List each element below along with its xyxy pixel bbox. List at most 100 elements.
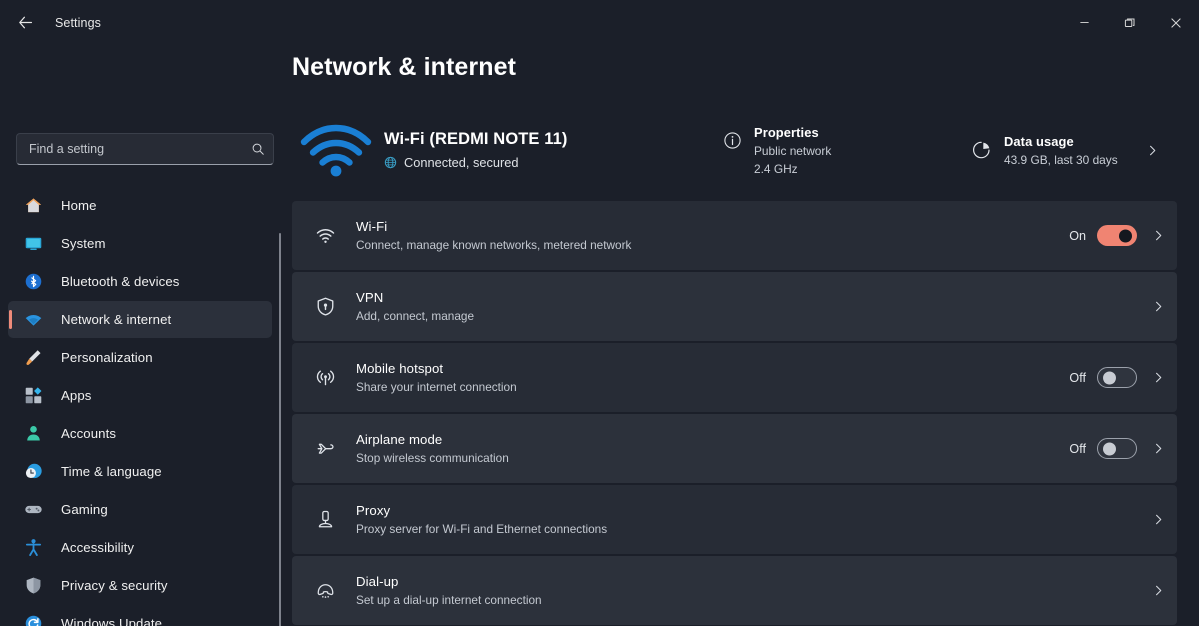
wifi-signal-icon bbox=[294, 122, 378, 178]
search-box[interactable] bbox=[16, 133, 274, 165]
data-usage-title: Data usage bbox=[1004, 133, 1074, 149]
settings-row-title: Wi-Fi bbox=[356, 219, 388, 234]
title-bar: Settings bbox=[0, 0, 1199, 45]
minimize-icon bbox=[1079, 22, 1089, 23]
settings-row-proxy[interactable]: Proxy Proxy server for Wi-Fi and Etherne… bbox=[292, 485, 1177, 554]
properties-band: 2.4 GHz bbox=[754, 161, 798, 176]
sidebar-item-label: Personalization bbox=[61, 350, 153, 365]
paintbrush-icon bbox=[22, 347, 44, 369]
chevron-right-icon bbox=[1146, 144, 1159, 157]
main-content: Network & internet Wi-Fi (REDMI NOTE 11) bbox=[288, 45, 1199, 626]
settings-row-title: Proxy bbox=[356, 503, 391, 518]
mobile-hotspot-toggle[interactable] bbox=[1097, 367, 1137, 388]
shield-icon bbox=[22, 575, 44, 597]
sidebar-item-network-internet[interactable]: Network & internet bbox=[8, 301, 272, 338]
sidebar-item-label: Accessibility bbox=[61, 540, 135, 555]
account-person-icon bbox=[22, 423, 44, 445]
sidebar-item-accessibility[interactable]: Accessibility bbox=[8, 529, 272, 566]
pie-chart-icon bbox=[969, 140, 995, 160]
maximize-button[interactable] bbox=[1107, 0, 1153, 45]
properties-network-type: Public network bbox=[754, 143, 832, 158]
sidebar: Home System bbox=[0, 45, 288, 626]
globe-icon bbox=[384, 156, 397, 169]
chevron-right-icon[interactable] bbox=[1151, 442, 1165, 455]
properties-card[interactable]: Properties Public network 2.4 GHz bbox=[719, 125, 969, 176]
settings-row-title: VPN bbox=[356, 290, 384, 305]
update-refresh-icon bbox=[22, 613, 44, 626]
chevron-right-icon[interactable] bbox=[1151, 513, 1165, 526]
toggle-state-label: Off bbox=[1069, 370, 1086, 385]
dialup-phone-icon bbox=[310, 580, 340, 601]
bluetooth-icon bbox=[22, 271, 44, 293]
data-usage-texts: Data usage 43.9 GB, last 30 days bbox=[1004, 134, 1118, 167]
search-icon bbox=[251, 142, 265, 156]
sidebar-item-windows-update[interactable]: Windows Update bbox=[8, 605, 272, 626]
wifi-icon bbox=[310, 225, 340, 246]
sidebar-item-time-language[interactable]: Time & language bbox=[8, 453, 272, 490]
sidebar-nav: Home System Bluetooth & devices Network … bbox=[0, 187, 288, 626]
chevron-right-icon[interactable] bbox=[1151, 300, 1165, 313]
mobile-hotspot-icon bbox=[310, 367, 340, 388]
settings-row-title: Mobile hotspot bbox=[356, 361, 444, 376]
minimize-button[interactable] bbox=[1061, 0, 1107, 45]
page-title: Network & internet bbox=[292, 53, 517, 81]
sidebar-item-accounts[interactable]: Accounts bbox=[8, 415, 272, 452]
sidebar-scrollbar[interactable] bbox=[279, 233, 281, 626]
properties-title: Properties bbox=[754, 124, 819, 140]
sidebar-item-label: Bluetooth & devices bbox=[61, 274, 180, 289]
toggle-knob bbox=[1103, 371, 1116, 384]
wifi-toggle[interactable] bbox=[1097, 225, 1137, 246]
sidebar-item-label: System bbox=[61, 236, 106, 251]
settings-row-texts: VPN Add, connect, manage bbox=[356, 290, 1137, 323]
sidebar-item-label: Network & internet bbox=[61, 312, 172, 327]
chevron-right-icon[interactable] bbox=[1151, 229, 1165, 242]
home-icon bbox=[22, 195, 44, 217]
airplane-mode-toggle[interactable] bbox=[1097, 438, 1137, 459]
chevron-right-icon[interactable] bbox=[1151, 584, 1165, 597]
proxy-server-icon bbox=[310, 509, 340, 530]
sidebar-item-personalization[interactable]: Personalization bbox=[8, 339, 272, 376]
back-button[interactable] bbox=[8, 8, 42, 38]
sidebar-item-apps[interactable]: Apps bbox=[8, 377, 272, 414]
settings-row-airplane-mode[interactable]: Airplane mode Stop wireless communicatio… bbox=[292, 414, 1177, 483]
settings-row-wifi[interactable]: Wi-Fi Connect, manage known networks, me… bbox=[292, 201, 1177, 270]
sidebar-item-label: Windows Update bbox=[61, 616, 163, 626]
settings-row-texts: Dial-up Set up a dial-up internet connec… bbox=[356, 574, 1137, 607]
settings-row-vpn[interactable]: VPN Add, connect, manage bbox=[292, 272, 1177, 341]
connection-status-text: Connected, secured bbox=[404, 155, 519, 170]
sidebar-item-label: Apps bbox=[61, 388, 92, 403]
settings-row-subtitle: Set up a dial-up internet connection bbox=[356, 593, 542, 607]
toggle-knob bbox=[1103, 442, 1116, 455]
chevron-right-icon[interactable] bbox=[1151, 371, 1165, 384]
restore-icon bbox=[1124, 18, 1135, 27]
info-circle-icon bbox=[719, 131, 745, 150]
data-usage-card[interactable]: Data usage 43.9 GB, last 30 days bbox=[969, 134, 1159, 167]
settings-row-texts: Wi-Fi Connect, manage known networks, me… bbox=[356, 219, 1069, 252]
vpn-shield-icon bbox=[310, 296, 340, 317]
network-name: Wi-Fi (REDMI NOTE 11) bbox=[384, 130, 568, 148]
window-title: Settings bbox=[55, 15, 101, 30]
search-input[interactable] bbox=[29, 142, 251, 156]
settings-row-texts: Proxy Proxy server for Wi-Fi and Etherne… bbox=[356, 503, 1137, 536]
data-usage-amount: 43.9 GB, last 30 days bbox=[1004, 152, 1118, 167]
settings-row-title: Airplane mode bbox=[356, 432, 443, 447]
sidebar-item-privacy-security[interactable]: Privacy & security bbox=[8, 567, 272, 604]
airplane-icon bbox=[310, 438, 340, 459]
sidebar-item-label: Accounts bbox=[61, 426, 117, 441]
settings-row-dial-up[interactable]: Dial-up Set up a dial-up internet connec… bbox=[292, 556, 1177, 625]
close-icon bbox=[1171, 17, 1181, 28]
close-button[interactable] bbox=[1153, 0, 1199, 45]
sidebar-item-gaming[interactable]: Gaming bbox=[8, 491, 272, 528]
sidebar-item-home[interactable]: Home bbox=[8, 187, 272, 224]
toggle-state-label: On bbox=[1069, 228, 1086, 243]
connection-status: Connected, secured bbox=[384, 155, 719, 170]
sidebar-item-system[interactable]: System bbox=[8, 225, 272, 262]
settings-rows: Wi-Fi Connect, manage known networks, me… bbox=[292, 201, 1177, 625]
settings-row-subtitle: Stop wireless communication bbox=[356, 451, 509, 465]
settings-row-mobile-hotspot[interactable]: Mobile hotspot Share your internet conne… bbox=[292, 343, 1177, 412]
settings-row-subtitle: Add, connect, manage bbox=[356, 309, 475, 323]
apps-icon bbox=[22, 385, 44, 407]
toggle-state-label: Off bbox=[1069, 441, 1086, 456]
sidebar-item-bluetooth-devices[interactable]: Bluetooth & devices bbox=[8, 263, 272, 300]
network-status-texts: Wi-Fi (REDMI NOTE 11) Connected, secured bbox=[384, 130, 719, 170]
